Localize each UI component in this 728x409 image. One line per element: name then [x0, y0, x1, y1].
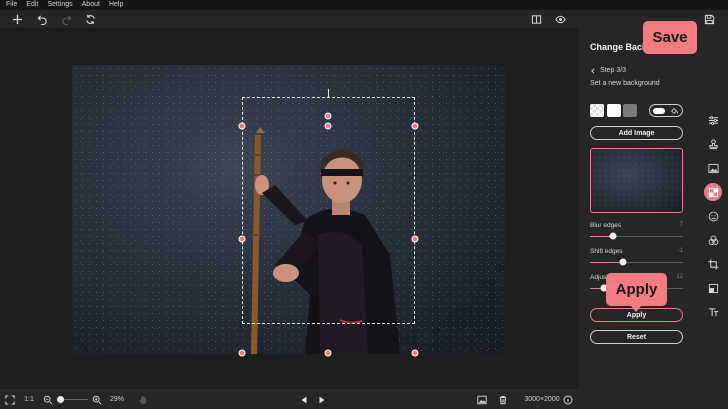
face-icon[interactable]: [704, 207, 722, 225]
selection-box[interactable]: [242, 97, 415, 324]
stamp-icon[interactable]: [704, 135, 722, 153]
apply-callout: Apply: [606, 273, 667, 312]
swatch-white[interactable]: [607, 104, 621, 117]
trash-icon[interactable]: [497, 393, 509, 406]
handle-right[interactable]: [411, 235, 419, 243]
refresh-icon[interactable]: [83, 13, 97, 26]
blur-edges-label: Blur edges: [590, 222, 622, 229]
menu-settings[interactable]: Settings: [47, 0, 72, 10]
step-label: Step 3/3: [600, 67, 627, 74]
step-indicator[interactable]: Step 3/3: [590, 67, 626, 74]
blur-edges-value: 7: [679, 222, 683, 228]
redo-icon[interactable]: [59, 13, 73, 26]
top-toolbar: [0, 10, 578, 29]
zoom-in-icon[interactable]: [91, 393, 103, 406]
background-icon[interactable]: [704, 183, 722, 201]
handle-top[interactable]: [324, 122, 332, 130]
rotate-handle[interactable]: [324, 112, 332, 120]
add-image-button[interactable]: Add Image: [590, 126, 683, 140]
swatch-gray[interactable]: [623, 104, 637, 117]
chevron-left-icon[interactable]: [590, 67, 596, 74]
swatch-transparent[interactable]: [590, 104, 604, 117]
shift-edges-knob[interactable]: [619, 258, 627, 266]
info-icon[interactable]: [562, 393, 574, 406]
image-icon[interactable]: [704, 159, 722, 177]
color-preview: [653, 107, 665, 114]
thumbnail-texture: [591, 149, 682, 212]
reset-button[interactable]: Reset: [590, 330, 683, 344]
background-thumbnail[interactable]: [590, 148, 683, 213]
circles-icon[interactable]: [704, 231, 722, 249]
zoom-level: 29%: [109, 396, 124, 403]
adjust-value: 12: [676, 274, 683, 280]
sliders-icon[interactable]: [704, 111, 722, 129]
zoom-out-icon[interactable]: [42, 393, 54, 406]
compare-icon[interactable]: [529, 13, 543, 26]
rotation-line: [328, 89, 329, 97]
paint-bucket-icon: [671, 107, 678, 114]
next-icon[interactable]: [316, 393, 328, 406]
handle-left[interactable]: [238, 235, 246, 243]
menu-file[interactable]: File: [6, 0, 17, 10]
zoom-slider-knob[interactable]: [57, 396, 64, 403]
handle-top-left[interactable]: [238, 122, 246, 130]
ratio-button[interactable]: 1:1: [22, 393, 36, 406]
panel-subtitle: Set a new background: [590, 80, 660, 87]
image-dimensions: 3000×2000: [524, 396, 560, 403]
hand-icon[interactable]: [137, 393, 149, 406]
eye-icon[interactable]: [553, 13, 567, 26]
menu-bar: File Edit Settings About Help: [0, 0, 728, 10]
handle-bottom[interactable]: [324, 349, 332, 357]
text-icon[interactable]: [704, 303, 722, 321]
handle-top-right[interactable]: [411, 122, 419, 130]
frame-icon[interactable]: [704, 279, 722, 297]
handle-bottom-right[interactable]: [411, 349, 419, 357]
handle-bottom-left[interactable]: [238, 349, 246, 357]
plus-icon[interactable]: [10, 13, 24, 26]
blur-edges-knob[interactable]: [609, 232, 617, 240]
menu-help[interactable]: Help: [109, 0, 123, 10]
shift-edges-fill: [590, 262, 623, 263]
previous-icon[interactable]: [298, 393, 310, 406]
undo-icon[interactable]: [35, 13, 49, 26]
image-icon[interactable]: [476, 393, 488, 406]
menu-about[interactable]: About: [82, 0, 100, 10]
crop-icon[interactable]: [704, 255, 722, 273]
save-callout: Save: [643, 21, 697, 54]
shift-edges-label: Shift edges: [590, 248, 623, 255]
color-picker-toggle[interactable]: [649, 104, 683, 117]
bottom-bar: 1:1 29% 3000×2000: [0, 388, 578, 409]
fit-screen-icon[interactable]: [4, 393, 16, 406]
save-icon[interactable]: [702, 12, 716, 26]
menu-edit[interactable]: Edit: [26, 0, 38, 10]
shift-edges-value: -1: [677, 248, 683, 254]
